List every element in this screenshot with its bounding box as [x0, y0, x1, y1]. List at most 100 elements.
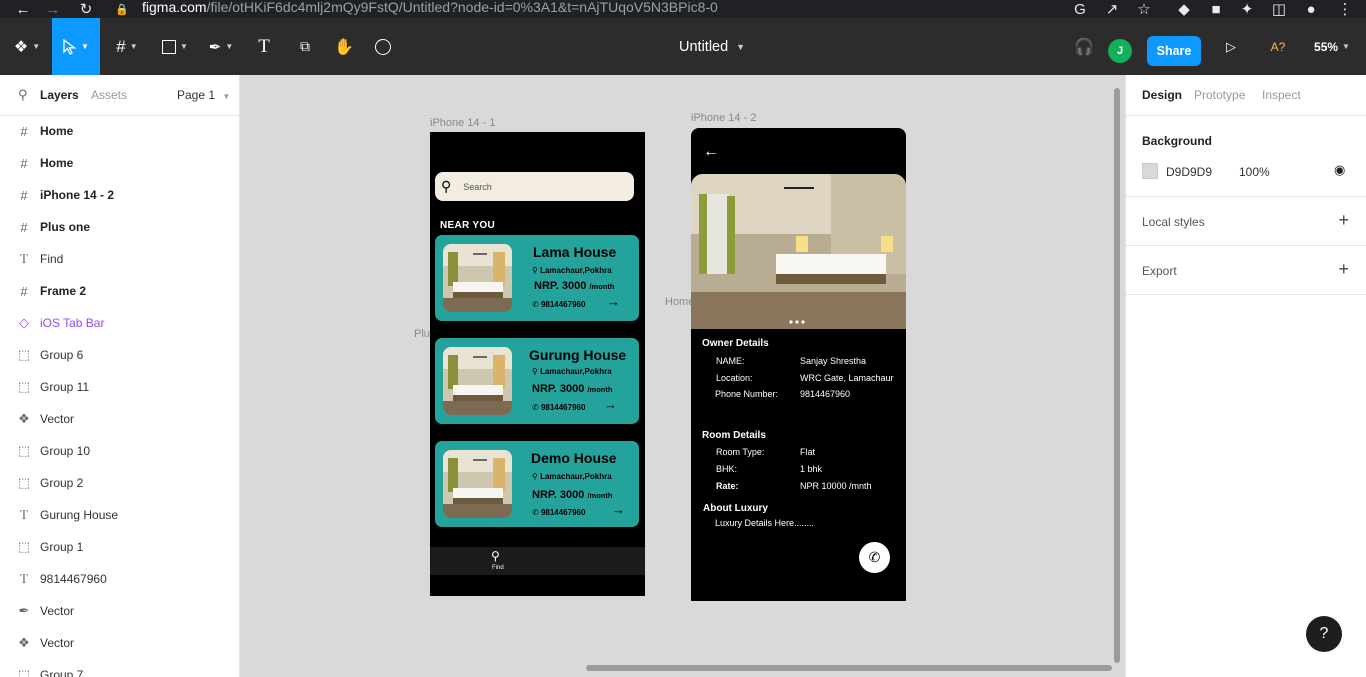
- file-title: Untitled: [679, 38, 729, 55]
- extension-doc-icon[interactable]: ■: [1207, 0, 1225, 18]
- vertical-scrollbar[interactable]: [1114, 88, 1120, 663]
- house-location: ⚲ Lamachaur,Pokhra: [532, 472, 612, 481]
- layer-row[interactable]: T Gurung House: [0, 499, 239, 531]
- layer-row[interactable]: ✒ Vector: [0, 595, 239, 627]
- extension-logo-icon[interactable]: ◆: [1175, 0, 1193, 18]
- page-selector[interactable]: Page 1 ▼: [177, 88, 230, 102]
- frame-tool-button[interactable]: # ▼: [108, 18, 146, 75]
- layer-row[interactable]: T Find: [0, 243, 239, 275]
- address-bar[interactable]: figma.com/file/otHKiF6dc4mlj2mQy9FstQ/Un…: [142, 0, 718, 18]
- layers-panel: ⚲ Layers Assets Page 1 ▼ # Home # Home # iP…: [0, 75, 240, 677]
- bookmark-star-icon[interactable]: ☆: [1135, 0, 1153, 18]
- layer-name: Home: [40, 124, 74, 138]
- zoom-menu[interactable]: 55% ▼: [1310, 18, 1354, 75]
- layer-name: Group 1: [40, 540, 84, 554]
- forward-arrow-icon[interactable]: →: [44, 0, 62, 18]
- layer-row[interactable]: # Home: [0, 147, 239, 179]
- text-tool-button[interactable]: T: [252, 18, 276, 75]
- tab-prototype[interactable]: Prototype: [1194, 88, 1245, 102]
- move-tool-button[interactable]: ▼: [52, 18, 100, 75]
- tab-layers[interactable]: Layers: [40, 88, 79, 102]
- present-button[interactable]: ▷: [1220, 18, 1242, 75]
- google-icon[interactable]: G: [1071, 0, 1089, 18]
- house-card[interactable]: Demo House ⚲ Lamachaur,Pokhra NRP. 3000 …: [435, 441, 639, 527]
- phone-frame-home[interactable]: ⚲ Search NEAR YOU Lama House ⚲ Lamachaur…: [430, 132, 645, 596]
- tab-assets[interactable]: Assets: [91, 88, 127, 102]
- frame-label-iphone-14-1[interactable]: iPhone 14 - 1: [430, 117, 495, 129]
- browser-menu-icon[interactable]: ⋮: [1336, 0, 1354, 18]
- reload-icon[interactable]: ↻: [77, 0, 95, 18]
- layer-row[interactable]: ⬚ Group 1: [0, 531, 239, 563]
- frame-icon: #: [20, 123, 28, 139]
- layer-row[interactable]: # Home: [0, 115, 239, 147]
- plus-icon[interactable]: +: [1338, 259, 1349, 280]
- help-button[interactable]: ?: [1306, 616, 1342, 652]
- arrow-right-icon[interactable]: →: [604, 397, 617, 412]
- layer-name: Frame 2: [40, 284, 87, 298]
- background-color-swatch[interactable]: [1142, 163, 1158, 179]
- house-name: Demo House: [531, 450, 617, 466]
- owner-label-phone: Phone Number:: [715, 389, 779, 399]
- share-page-icon[interactable]: ↗: [1103, 0, 1121, 18]
- tab-design[interactable]: Design: [1142, 88, 1182, 102]
- missing-fonts-button[interactable]: A?: [1266, 18, 1290, 75]
- design-canvas[interactable]: iPhone 14 - 1 iPhone 14 - 2 Home Plu ⚲ S…: [241, 75, 1125, 677]
- resources-button[interactable]: ⧉: [292, 18, 318, 75]
- background-opacity-input[interactable]: 100%: [1239, 165, 1270, 179]
- house-card[interactable]: Lama House ⚲ Lamachaur,Pokhra NRP. 3000 …: [435, 235, 639, 321]
- eye-visibility-icon[interactable]: ◉: [1334, 162, 1345, 178]
- layer-row[interactable]: # iPhone 14 - 2: [0, 179, 239, 211]
- plus-icon[interactable]: +: [1338, 210, 1349, 231]
- house-name: Gurung House: [529, 347, 627, 363]
- frame-label-plus[interactable]: Plu: [414, 328, 430, 340]
- layer-row[interactable]: ⬚ Group 6: [0, 339, 239, 371]
- pen-tool-button[interactable]: ✒ ▼: [202, 18, 240, 75]
- tab-inspect[interactable]: Inspect: [1262, 88, 1301, 102]
- price-value: NRP. 3000: [534, 280, 587, 292]
- back-arrow-icon[interactable]: ←: [14, 0, 32, 18]
- comment-tool-button[interactable]: [370, 18, 396, 75]
- group-icon: ⬚: [17, 379, 31, 394]
- search-input[interactable]: ⚲ Search: [435, 172, 634, 201]
- arrow-right-icon[interactable]: →: [607, 294, 620, 309]
- profile-avatar-icon[interactable]: ●: [1302, 0, 1320, 18]
- layer-row[interactable]: # Frame 2: [0, 275, 239, 307]
- layer-name: 9814467960: [40, 572, 107, 586]
- background-hex-input[interactable]: D9D9D9: [1166, 165, 1212, 179]
- text-icon: T: [20, 251, 28, 266]
- audio-chat-button[interactable]: 🎧: [1072, 18, 1096, 75]
- layer-row[interactable]: ❖ Vector: [0, 403, 239, 435]
- frame-label-iphone-14-2[interactable]: iPhone 14 - 2: [691, 112, 756, 124]
- zoom-level: 55%: [1314, 39, 1339, 54]
- layer-row[interactable]: T 9814467960: [0, 563, 239, 595]
- layer-row[interactable]: ⬚ Group 2: [0, 467, 239, 499]
- call-button[interactable]: ✆: [859, 542, 890, 573]
- hand-tool-button[interactable]: ✋: [331, 18, 357, 75]
- figma-logo-icon: ❖: [13, 38, 29, 56]
- puzzle-extensions-icon[interactable]: ✦: [1238, 0, 1256, 18]
- layer-row[interactable]: ◇ iOS Tab Bar: [0, 307, 239, 339]
- layer-name: Vector: [40, 604, 75, 618]
- layer-row[interactable]: ⬚ Group 10: [0, 435, 239, 467]
- file-title-menu[interactable]: Untitled ▼: [679, 18, 745, 75]
- search-icon[interactable]: ⚲: [18, 87, 28, 103]
- phone-frame-details[interactable]: ← Owner Details NAME: Sanjay Shrestha Lo…: [691, 128, 906, 601]
- user-avatar[interactable]: J: [1108, 39, 1132, 63]
- side-panel-icon[interactable]: ◫: [1270, 0, 1288, 18]
- layer-row[interactable]: ⬚ Group 7: [0, 659, 239, 677]
- shape-tool-button[interactable]: ▼: [156, 18, 194, 75]
- back-arrow-icon[interactable]: ←: [703, 143, 719, 161]
- frame-icon: #: [20, 187, 28, 203]
- main-menu-button[interactable]: ❖ ▼: [8, 18, 46, 75]
- layer-row[interactable]: # Plus one: [0, 211, 239, 243]
- arrow-right-icon[interactable]: →: [612, 502, 625, 517]
- lock-icon[interactable]: 🔒: [113, 0, 131, 18]
- house-card[interactable]: Gurung House ⚲ Lamachaur,Pokhra NRP. 300…: [435, 338, 639, 424]
- tab-find-label[interactable]: Find: [492, 565, 504, 571]
- horizontal-scrollbar[interactable]: [586, 665, 1112, 671]
- layer-row[interactable]: ⬚ Group 11: [0, 371, 239, 403]
- search-icon[interactable]: ⚲: [491, 549, 500, 563]
- layer-row[interactable]: ❖ Vector: [0, 627, 239, 659]
- frame-label-home[interactable]: Home: [665, 296, 694, 308]
- share-button[interactable]: Share: [1147, 36, 1201, 66]
